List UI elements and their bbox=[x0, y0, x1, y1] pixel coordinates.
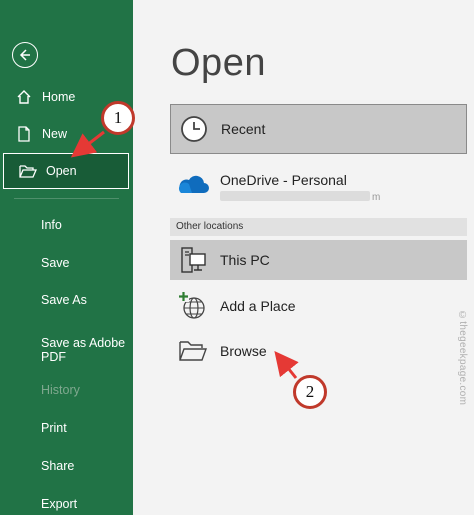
location-add-a-place[interactable]: Add a Place bbox=[170, 286, 467, 326]
sidebar-divider bbox=[14, 198, 119, 199]
onedrive-account-redacted bbox=[220, 191, 370, 201]
nav-info-label: Info bbox=[41, 218, 62, 232]
nav-save[interactable]: Save bbox=[0, 245, 133, 281]
nav-save-label: Save bbox=[41, 256, 70, 270]
open-panel: Open Recent OneDrive - Personal m Other … bbox=[133, 0, 474, 515]
nav-info[interactable]: Info bbox=[0, 207, 133, 243]
nav-print-label: Print bbox=[41, 421, 67, 435]
location-recent[interactable]: Recent bbox=[170, 104, 467, 154]
open-folder-icon bbox=[18, 164, 38, 178]
nav-export-label: Export bbox=[41, 497, 78, 511]
location-onedrive[interactable]: OneDrive - Personal m bbox=[170, 166, 467, 212]
globe-add-icon bbox=[176, 289, 210, 323]
page-title: Open bbox=[171, 42, 266, 84]
home-icon bbox=[14, 89, 34, 105]
nav-save-as-adobe-pdf[interactable]: Save as Adobe PDF bbox=[0, 330, 133, 370]
new-document-icon bbox=[14, 126, 34, 142]
location-this-pc[interactable]: This PC bbox=[170, 240, 467, 280]
nav-save-as-label: Save As bbox=[41, 293, 87, 307]
annotation-badge-1: 1 bbox=[101, 101, 135, 135]
location-recent-label: Recent bbox=[221, 121, 266, 137]
back-button[interactable] bbox=[12, 42, 38, 68]
backstage-sidebar: Home New Open Info Save Save As Save as … bbox=[0, 0, 133, 515]
onedrive-label: OneDrive - Personal bbox=[220, 172, 347, 188]
location-browse-label: Browse bbox=[220, 343, 267, 359]
nav-home-label: Home bbox=[42, 90, 76, 104]
nav-history: History bbox=[0, 372, 133, 408]
location-this-pc-label: This PC bbox=[220, 252, 270, 268]
back-arrow-icon bbox=[19, 49, 30, 61]
nav-history-label: History bbox=[41, 383, 80, 397]
nav-save-as[interactable]: Save As bbox=[0, 282, 133, 318]
clock-icon bbox=[177, 112, 211, 146]
onedrive-account-tail: m bbox=[372, 192, 381, 203]
nav-open-label: Open bbox=[46, 164, 77, 178]
nav-share[interactable]: Share bbox=[0, 448, 133, 484]
watermark: ©thegeekpage.com bbox=[457, 310, 468, 406]
location-browse[interactable]: Browse bbox=[170, 331, 467, 371]
nav-share-label: Share bbox=[41, 459, 75, 473]
nav-save-as-adobe-pdf-label: Save as Adobe PDF bbox=[41, 336, 126, 364]
annotation-badge-2: 2 bbox=[293, 375, 327, 409]
computer-icon bbox=[176, 243, 210, 277]
nav-export[interactable]: Export bbox=[0, 486, 133, 515]
folder-open-icon bbox=[176, 334, 210, 368]
nav-print[interactable]: Print bbox=[0, 410, 133, 446]
section-other-locations: Other locations bbox=[170, 218, 467, 236]
nav-open[interactable]: Open bbox=[3, 153, 129, 189]
cloud-icon bbox=[176, 172, 210, 202]
location-add-a-place-label: Add a Place bbox=[220, 298, 296, 314]
nav-new-label: New bbox=[42, 127, 68, 141]
